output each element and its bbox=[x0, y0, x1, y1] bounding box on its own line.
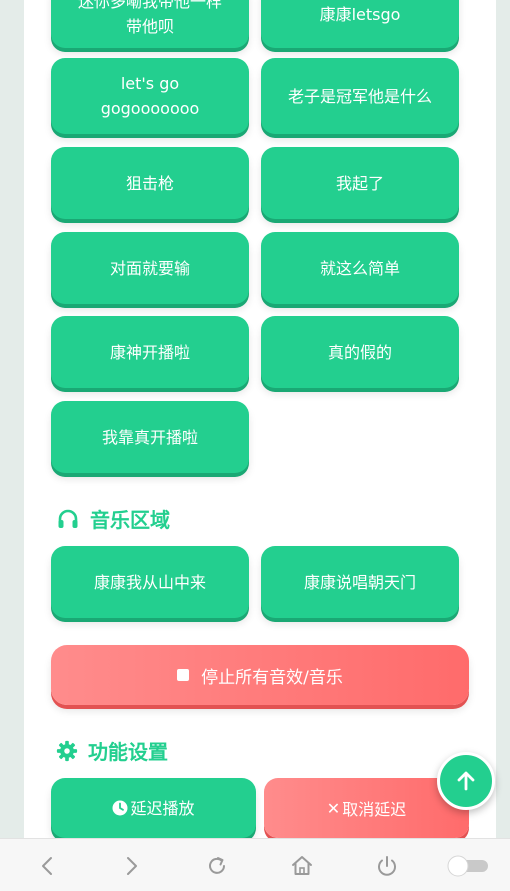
sound-button[interactable]: 老子是冠军他是什么 bbox=[261, 58, 459, 134]
headphones-icon bbox=[58, 509, 78, 528]
sound-button[interactable]: 我起了 bbox=[261, 147, 459, 219]
sound-button[interactable]: 康神开播啦 bbox=[51, 316, 249, 388]
sound-button[interactable]: 狙击枪 bbox=[51, 147, 249, 219]
sound-button[interactable]: let's go gogooooooo bbox=[51, 58, 249, 134]
stop-all-button[interactable]: 停止所有音效/音乐 bbox=[51, 645, 469, 705]
soundboard-panel: 迷你多嘞我带他一样 带他呗 康康letsgo let's go gogooooo… bbox=[24, 0, 496, 838]
music-section-label: 音乐区域 bbox=[90, 508, 170, 532]
music-section-title: 音乐区域 bbox=[56, 504, 170, 533]
sound-button[interactable]: 对面就要输 bbox=[51, 232, 249, 304]
power-icon[interactable] bbox=[374, 853, 400, 879]
arrow-up-icon bbox=[457, 771, 475, 791]
clock-icon bbox=[112, 800, 128, 816]
sound-button[interactable]: 康康letsgo bbox=[261, 0, 459, 48]
gear-icon bbox=[56, 740, 78, 761]
delay-play-label: 延迟播放 bbox=[130, 798, 195, 818]
stop-all-label: 停止所有音效/音乐 bbox=[201, 667, 343, 688]
sound-button-label: 对面就要输 bbox=[109, 258, 190, 278]
sound-button[interactable]: 我靠真开播啦 bbox=[51, 401, 249, 473]
sound-button[interactable]: 迷你多嘞我带他一样 带他呗 bbox=[51, 0, 249, 48]
toggle-icon[interactable] bbox=[446, 855, 490, 877]
forward-icon[interactable] bbox=[118, 853, 144, 879]
back-icon[interactable] bbox=[35, 853, 61, 879]
sound-button-label: 我靠真开播啦 bbox=[101, 427, 198, 447]
sound-button-label: 老子是冠军他是什么 bbox=[287, 86, 432, 106]
close-icon: ✕ bbox=[326, 798, 341, 818]
sound-button-label: let's go gogooooooo bbox=[100, 74, 200, 118]
settings-section-label: 功能设置 bbox=[88, 740, 168, 764]
music-button-label: 康康我从山中来 bbox=[93, 572, 206, 592]
sound-button-label: 康神开播啦 bbox=[109, 342, 190, 362]
sound-button-label: 狙击枪 bbox=[125, 173, 174, 193]
settings-section-title: 功能设置 bbox=[56, 736, 168, 765]
sound-button-label: 就这么简单 bbox=[319, 258, 400, 278]
sound-button-label: 我起了 bbox=[335, 173, 384, 193]
sound-button-label: 迷你多嘞我带他一样 带他呗 bbox=[77, 0, 222, 36]
music-button[interactable]: 康康我从山中来 bbox=[51, 546, 249, 618]
music-button-label: 康康说唱朝天门 bbox=[303, 572, 416, 592]
browser-nav-bar bbox=[0, 838, 510, 891]
sound-button-label: 真的假的 bbox=[327, 342, 392, 362]
delay-play-button[interactable]: 延迟播放 bbox=[51, 778, 256, 838]
scroll-top-button[interactable] bbox=[437, 752, 495, 810]
sound-button-label: 康康letsgo bbox=[319, 4, 401, 24]
stop-icon bbox=[177, 669, 190, 681]
sound-button[interactable]: 真的假的 bbox=[261, 316, 459, 388]
music-button[interactable]: 康康说唱朝天门 bbox=[261, 546, 459, 618]
sound-button[interactable]: 就这么简单 bbox=[261, 232, 459, 304]
reload-icon[interactable] bbox=[204, 853, 230, 879]
cancel-delay-label: 取消延迟 bbox=[342, 800, 407, 819]
home-icon[interactable] bbox=[289, 853, 315, 879]
